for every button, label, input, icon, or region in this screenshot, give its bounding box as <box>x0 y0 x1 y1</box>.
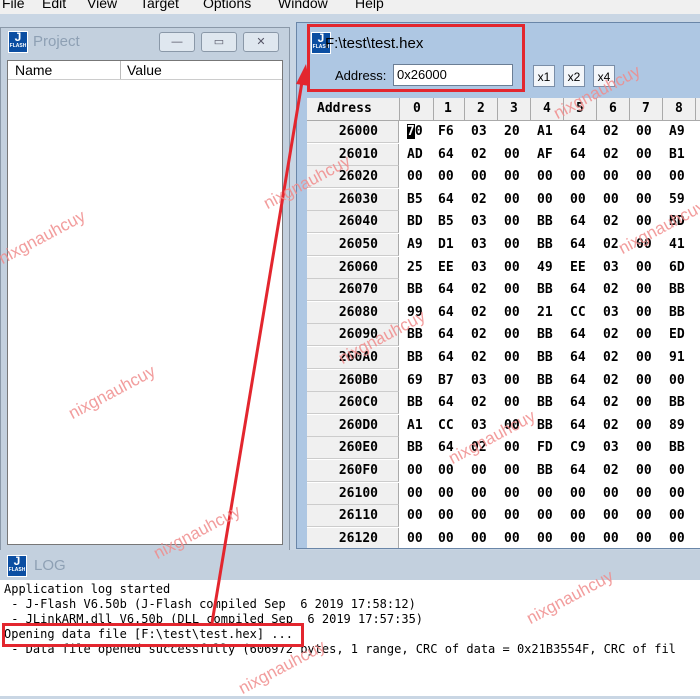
annotation-arrow <box>210 64 310 624</box>
